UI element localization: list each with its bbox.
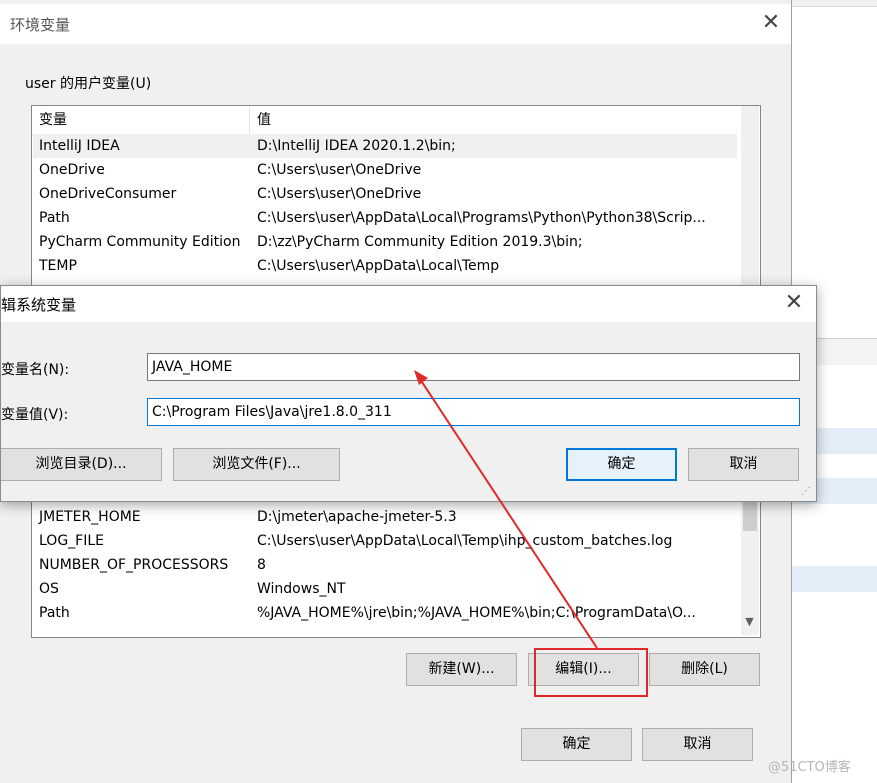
user-vars-label: user 的用户变量(U)	[25, 76, 152, 92]
scrollbar[interactable]	[741, 106, 759, 294]
column-header-name[interactable]: 变量	[39, 106, 67, 134]
table-row[interactable]: OS Windows_NT	[33, 577, 737, 601]
cancel-button[interactable]: 取消	[642, 728, 753, 761]
table-row[interactable]: PyCharm Community Edition D:\zz\PyCharm …	[33, 230, 737, 254]
delete-button[interactable]: 删除(L)	[649, 653, 760, 686]
highlight-box	[534, 648, 648, 697]
var-value-input[interactable]: C:\Program Files\Java\jre1.8.0_311	[147, 398, 800, 426]
table-row[interactable]: JMETER_HOME D:\jmeter\apache-jmeter-5.3	[33, 505, 737, 529]
close-icon[interactable]: ✕	[779, 288, 809, 318]
table-row[interactable]: TEMP C:\Users\user\AppData\Local\Temp	[33, 254, 737, 278]
table-row[interactable]: IntelliJ IDEA D:\IntelliJ IDEA 2020.1.2\…	[33, 134, 737, 158]
var-value-label: 变量值(V):	[1, 407, 69, 423]
chevron-down-icon[interactable]: ▼	[741, 615, 758, 628]
var-name-input[interactable]: JAVA_HOME	[147, 353, 800, 381]
system-vars-list[interactable]: JMETER_HOME D:\jmeter\apache-jmeter-5.3 …	[31, 496, 761, 638]
var-name-label: 变量名(N):	[1, 362, 70, 378]
table-row[interactable]: Path C:\Users\user\AppData\Local\Program…	[33, 206, 737, 230]
table-row[interactable]: OneDrive C:\Users\user\OneDrive	[33, 158, 737, 182]
ok-button[interactable]: 确定	[521, 728, 632, 761]
edit-system-var-dialog: 辑系统变量 ✕ 变量名(N): JAVA_HOME 变量值(V): C:\Pro…	[0, 285, 817, 502]
table-row[interactable]: NUMBER_OF_PROCESSORS 8	[33, 553, 737, 577]
background-row	[792, 566, 877, 592]
list-header: 变量 值	[32, 106, 737, 135]
watermark: @51CTO博客	[768, 760, 851, 775]
table-row[interactable]: LOG_FILE C:\Users\user\AppData\Local\Tem…	[33, 529, 737, 553]
table-row[interactable]: OneDriveConsumer C:\Users\user\OneDrive	[33, 182, 737, 206]
table-row[interactable]: Path %JAVA_HOME%\jre\bin;%JAVA_HOME%\bin…	[33, 601, 737, 625]
edit-ok-button[interactable]: 确定	[566, 448, 677, 481]
dialog-title: 环境变量	[10, 16, 71, 34]
title-bar: 辑系统变量 ✕	[1, 286, 816, 322]
column-header-value[interactable]: 值	[257, 106, 271, 134]
title-bar: 环境变量 ✕	[0, 4, 791, 44]
resize-grip-icon[interactable]: ⋰	[801, 486, 811, 497]
dialog-title: 辑系统变量	[1, 296, 77, 314]
close-icon[interactable]: ✕	[756, 8, 786, 38]
edit-cancel-button[interactable]: 取消	[688, 448, 799, 481]
scrollbar[interactable]: ▼	[741, 497, 759, 635]
new-button[interactable]: 新建(W)...	[406, 653, 517, 686]
browse-file-button[interactable]: 浏览文件(F)...	[173, 448, 340, 481]
browse-dir-button[interactable]: 浏览目录(D)...	[1, 448, 162, 481]
user-vars-list[interactable]: 变量 值 IntelliJ IDEA D:\IntelliJ IDEA 2020…	[31, 105, 761, 297]
scrollbar-thumb[interactable]	[743, 501, 757, 531]
